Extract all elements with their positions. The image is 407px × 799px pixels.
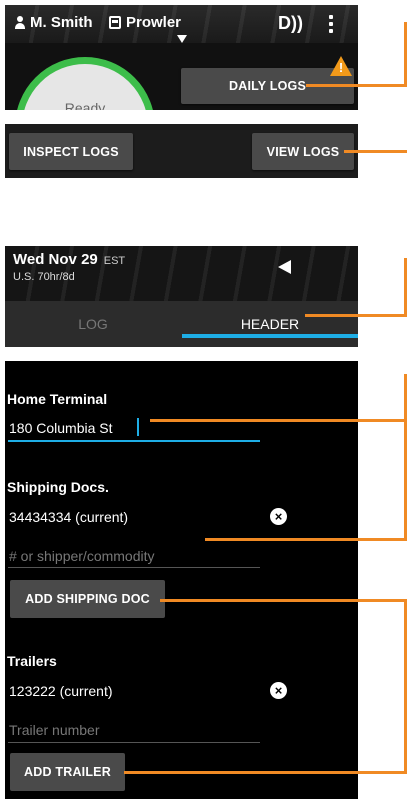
overflow-menu-icon[interactable] <box>329 15 333 33</box>
trailers-label: Trailers <box>7 653 57 669</box>
chevron-down-icon[interactable] <box>177 35 187 43</box>
shipping-doc-underline <box>8 567 260 568</box>
shipping-doc-input[interactable]: # or shipper/commodity <box>9 548 155 564</box>
tab-header[interactable]: HEADER <box>182 301 358 347</box>
truck-icon <box>109 16 121 29</box>
warning-mark: ! <box>338 60 344 75</box>
add-shipping-doc-button[interactable]: ADD SHIPPING DOC <box>10 580 165 618</box>
home-terminal-input[interactable]: 180 Columbia St <box>9 420 113 436</box>
person-icon <box>14 16 25 29</box>
date-text: Wed Nov 29 <box>13 251 98 268</box>
trailer-underline <box>8 742 260 743</box>
driver-name: M. Smith <box>30 14 93 31</box>
status-label: Ready <box>64 100 106 110</box>
status-dial: Ready <box>15 57 155 110</box>
add-trailer-button[interactable]: ADD TRAILER <box>10 753 125 791</box>
remove-trailer-icon[interactable]: × <box>270 682 287 699</box>
timezone: EST <box>103 255 126 267</box>
day-header-panel: Wed Nov 29 EST U.S. 70hr/8d LOG HEADER <box>5 246 358 347</box>
selected-tab-indicator <box>182 334 358 338</box>
remove-shipping-doc-icon[interactable]: × <box>270 508 287 525</box>
logs-actions-panel: INSPECT LOGS VIEW LOGS <box>5 124 358 178</box>
view-logs-button[interactable]: VIEW LOGS <box>252 133 354 170</box>
log-date: Wed Nov 29 EST <box>13 251 125 268</box>
shipping-doc-current: 34434334 (current) <box>9 509 129 525</box>
inspect-logs-button[interactable]: INSPECT LOGS <box>9 133 133 170</box>
tab-log[interactable]: LOG <box>5 301 181 347</box>
vehicle-name: Prowler <box>126 14 182 31</box>
dashboard-panel: M. Smith Prowler D)) Ready DAILY LOGS ! <box>5 5 358 110</box>
trailer-input[interactable]: Trailer number <box>9 722 100 738</box>
home-terminal-underline <box>8 440 260 442</box>
ruleset: U.S. 70hr/8d <box>13 271 75 283</box>
text-cursor <box>137 418 139 436</box>
tab-bar: LOG HEADER <box>5 301 358 347</box>
previous-day-icon[interactable] <box>278 260 291 274</box>
shipping-docs-label: Shipping Docs. <box>7 479 109 495</box>
vehicle-selector[interactable]: Prowler <box>109 14 181 31</box>
trailer-current: 123222 (current) <box>9 683 113 699</box>
driver-selector[interactable]: M. Smith <box>14 14 93 31</box>
brand-logo: D)) <box>278 13 303 33</box>
home-terminal-label: Home Terminal <box>7 391 108 407</box>
header-form-panel: Home Terminal 180 Columbia St Shipping D… <box>5 361 358 799</box>
